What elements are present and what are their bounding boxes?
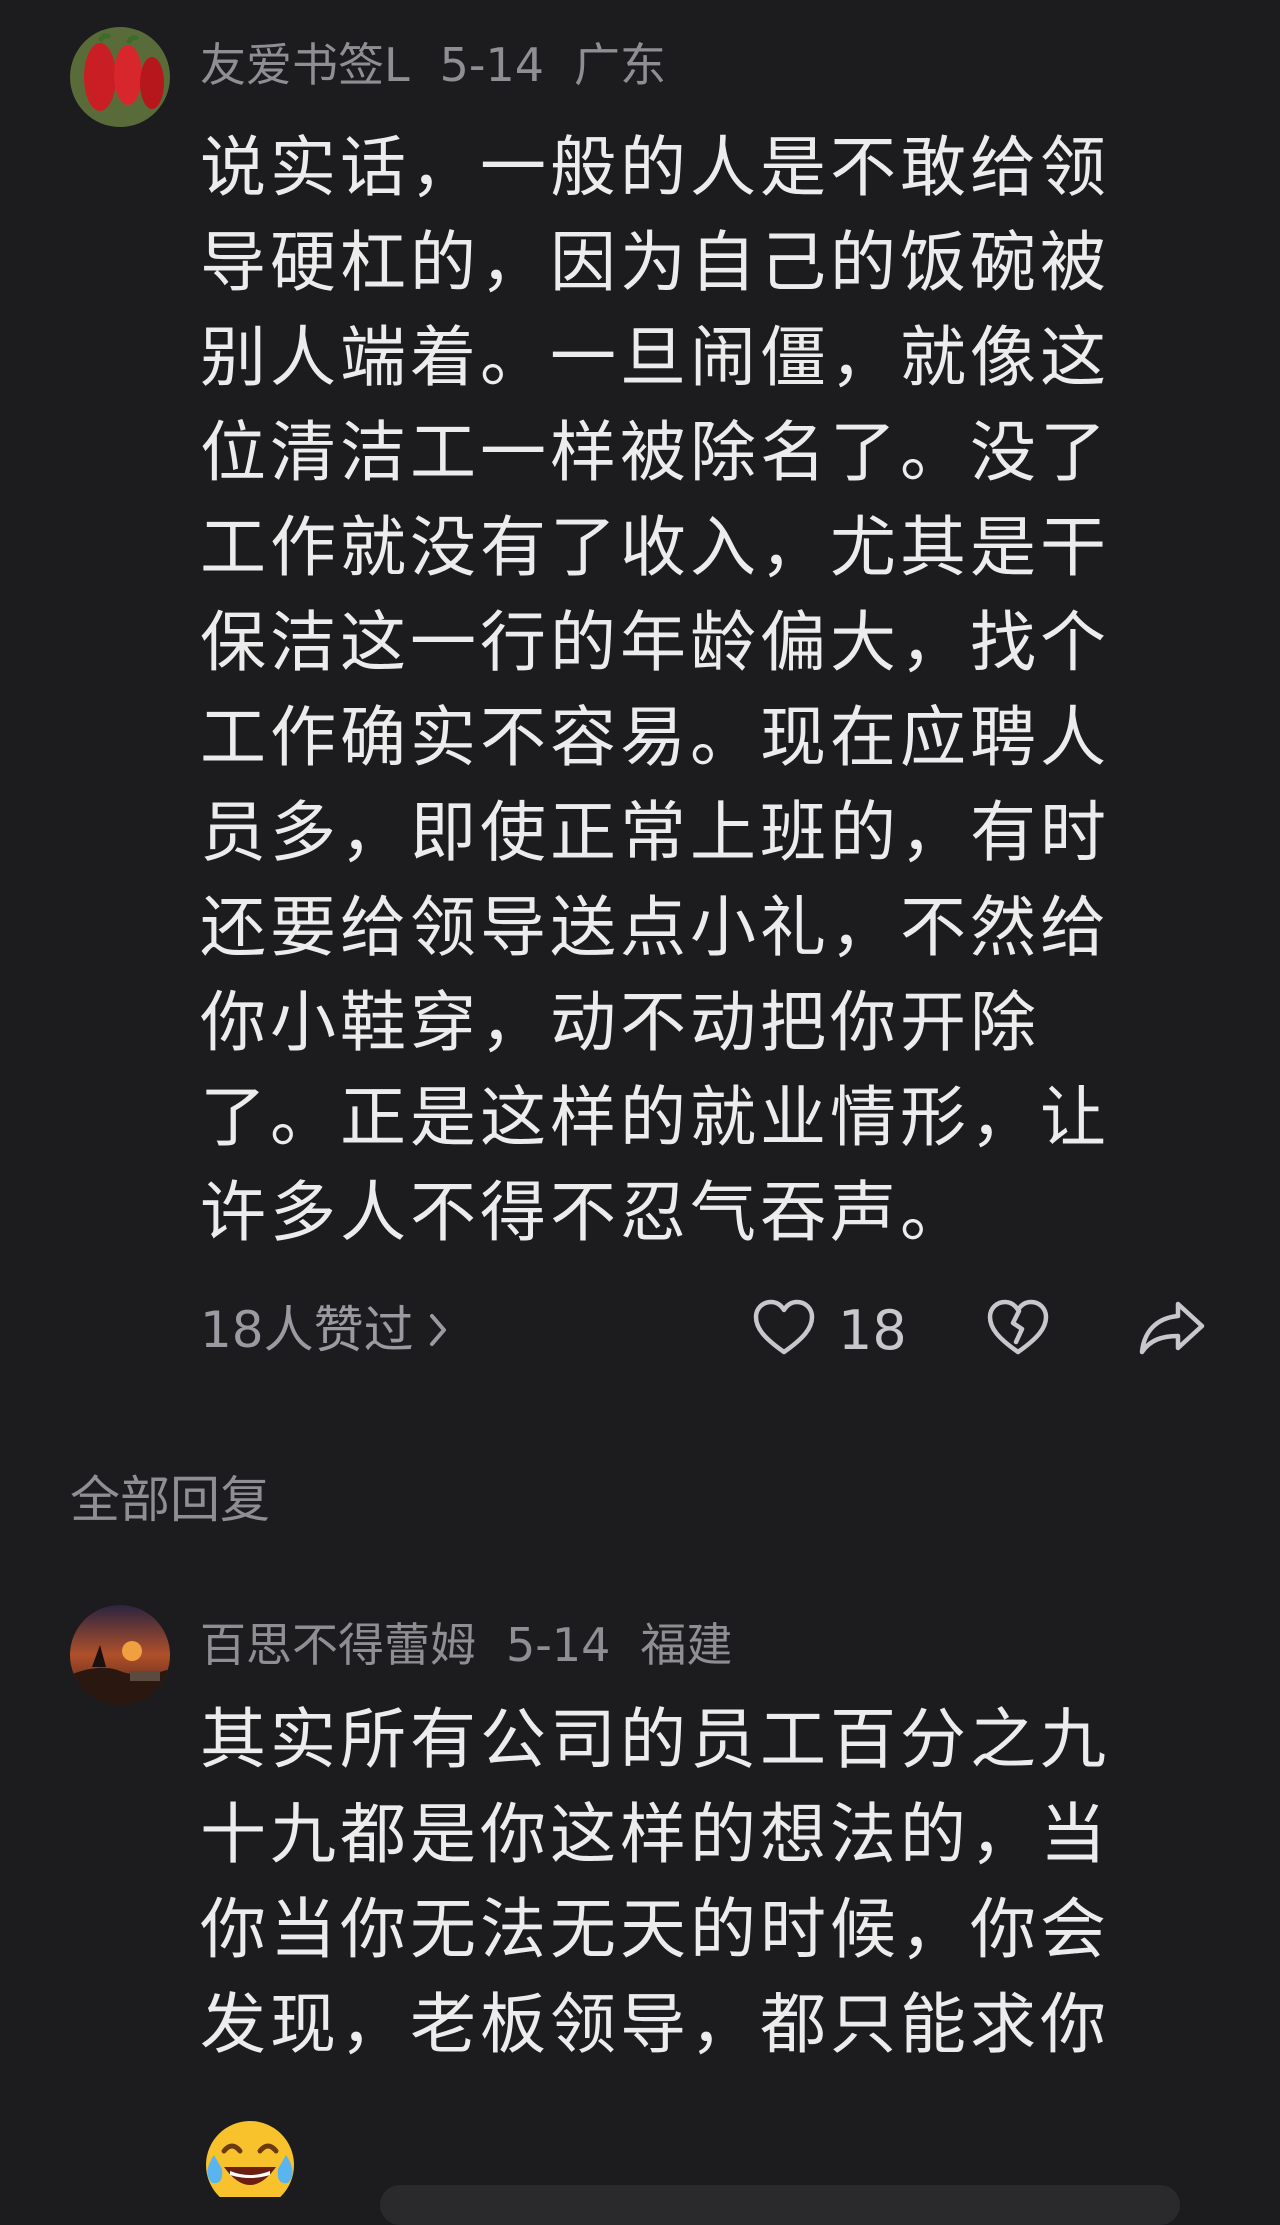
comment-line: 工作就没有了收入，尤其是干 [200,509,1110,586]
comment-username[interactable]: 友爱书签L [200,38,410,92]
commenter-avatar[interactable] [70,27,170,127]
reply-date: 5-14 [506,1618,611,1672]
comment-line: 还要给领导送点小礼，不然给 [200,889,1110,966]
comment-line: 位清洁工一样被除名了。没了 [200,414,1110,491]
like-button[interactable]: 18 [752,1295,907,1365]
broken-heart-icon [986,1298,1050,1362]
reply-text: 其实所有公司的员工百分之九 十九都是你这样的想法的，当 你当你无法无天的时候，你… [200,1692,1190,2072]
heart-icon [752,1298,816,1362]
comment-location: 广东 [574,38,667,92]
comment-line: 导硬杠的，因为自己的饭碗被 [200,224,1110,301]
comment-line: 说实话，一般的人是不敢给领 [200,129,1110,206]
dislike-button[interactable] [986,1295,1050,1365]
reply-username[interactable]: 百思不得蕾姆 [200,1618,476,1672]
comment-line: 别人端着。一旦闹僵，就像这 [200,319,1110,396]
share-arrow-icon [1138,1298,1206,1362]
reply-location: 福建 [640,1618,733,1672]
reply-line: 发现，老板领导，都只能求你 [200,1986,1110,2063]
comment-line: 保洁这一行的年龄偏大，找个 [200,604,1110,681]
all-replies-label: 全部回复 [70,1471,270,1529]
reply-line: 你当你无法无天的时候，你会 [200,1891,1110,1968]
bottom-bar [380,2185,1180,2225]
comment-line: 你小鞋穿，动不动把你开除 [200,984,1040,1061]
comment-line: 许多人不得不忍气吞声。 [200,1174,970,1251]
share-button[interactable] [1138,1295,1206,1365]
chevron-right-icon [428,1310,450,1350]
comment-date: 5-14 [439,38,545,92]
replier-avatar[interactable] [70,1605,170,1705]
like-count: 18 [838,1298,907,1362]
comment-line: 工作确实不容易。现在应聘人 [200,699,1110,776]
comment-text: 说实话，一般的人是不敢给领 导硬杠的，因为自己的饭碗被 别人端着。一旦闹僵，就像… [200,120,1190,1260]
reply-line: 其实所有公司的员工百分之九 [200,1701,1110,1778]
liked-by-text: 18人赞过 [200,1301,414,1359]
reply-meta: 百思不得蕾姆 5-14 福建 [200,1610,762,1680]
liked-by-link[interactable]: 18人赞过 [200,1295,450,1365]
comment-line: 了。正是这样的就业情形，让 [200,1079,1110,1156]
comment-line: 员多，即使正常上班的，有时 [200,794,1110,871]
reply-line: 十九都是你这样的想法的，当 [200,1796,1110,1873]
comment-meta: 友爱书签L 5-14 广东 [200,30,696,100]
tears-of-joy-emoji-icon [200,2115,300,2197]
